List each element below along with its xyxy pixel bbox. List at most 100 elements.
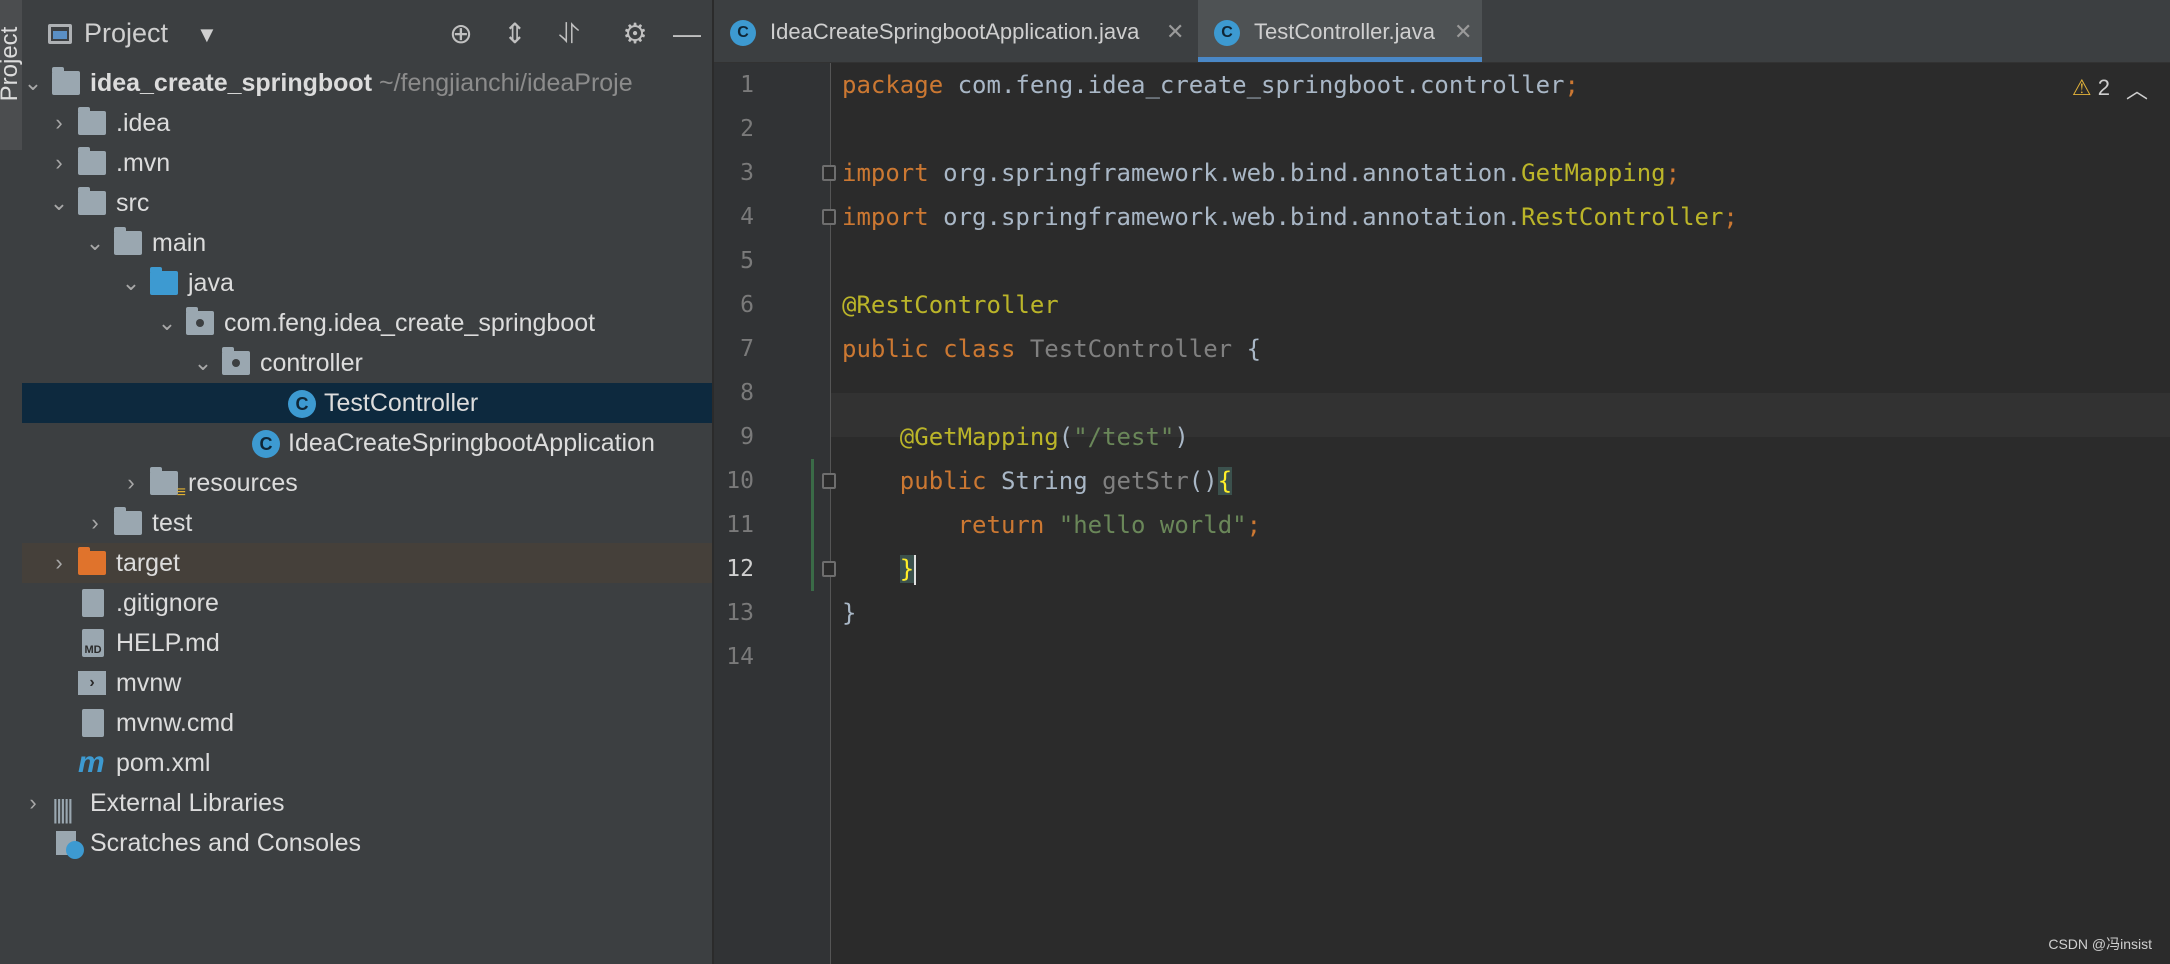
keyword: import [842, 159, 929, 187]
code-token: org.springframework.web.bind.annotation. [928, 203, 1522, 231]
close-icon[interactable]: ✕ [1166, 0, 1184, 64]
code-editor[interactable]: 1 2 3 4 5 6 7 8 9 10 11 12 13 14 package… [714, 63, 2170, 964]
tree-item-mvnw[interactable]: › mvnw [22, 663, 712, 703]
code-line-7: public class TestController { [842, 327, 1261, 371]
keyword: import [842, 203, 929, 231]
tree-item-java[interactable]: ⌄ java [22, 263, 712, 303]
expand-all-icon[interactable]: ⇕ [496, 14, 534, 54]
code-line-11: return "hello world"; [957, 511, 1262, 539]
scratches-icon [56, 831, 84, 859]
folder-icon [78, 147, 106, 175]
chevron-right-icon[interactable]: › [48, 103, 70, 143]
keyword: package [842, 71, 944, 99]
keyword: public class [842, 335, 1016, 363]
tab-label: IdeaCreateSpringbootApplication.java [770, 19, 1140, 44]
fold-marker-icon[interactable] [822, 561, 836, 577]
warnings-count: 2 [2097, 75, 2110, 100]
tree-item-src[interactable]: ⌄ src [22, 183, 712, 223]
tree-item-mvn[interactable]: › .mvn [22, 143, 712, 183]
string-literal: "/test" [1073, 423, 1175, 451]
tree-item-pom[interactable]: m pom.xml [22, 743, 712, 783]
view-selector-chevron-down-icon[interactable]: ▼ [196, 22, 218, 48]
tree-item-label: java [188, 269, 234, 297]
folder-icon [114, 507, 142, 535]
tab-test-controller-java[interactable]: C TestController.java ✕ [1198, 0, 1482, 62]
code-line-3: import org.springframework.web.bind.anno… [842, 159, 1681, 187]
chevron-right-icon[interactable]: › [22, 783, 44, 823]
fold-marker-icon[interactable] [822, 165, 836, 181]
spring-boot-class-icon: C [730, 20, 756, 46]
code-line-9: @GetMapping("/test") [899, 423, 1189, 451]
chevron-right-icon[interactable]: › [120, 463, 142, 503]
tree-item-mvnw-cmd[interactable]: mvnw.cmd [22, 703, 712, 743]
collapse-all-icon[interactable]: ⥯ [550, 14, 588, 54]
chevron-right-icon[interactable]: › [48, 143, 70, 183]
class-name: TestController [1029, 335, 1233, 363]
tree-item-root[interactable]: ⌄ idea_create_springboot ~/fengjianchi/i… [22, 63, 712, 103]
chevron-up-icon[interactable]: ︿ [2126, 73, 2148, 105]
code-line-10: public String getStr(){ [899, 467, 1233, 495]
tree-item-resources[interactable]: › resources [22, 463, 712, 503]
text-file-icon [82, 709, 104, 737]
keyword: public [899, 467, 987, 495]
resources-folder-icon [150, 467, 186, 501]
tree-item-application[interactable]: C IdeaCreateSpringbootApplication [22, 423, 712, 463]
tree-item-scratches[interactable]: Scratches and Consoles [22, 823, 712, 863]
hide-panel-icon[interactable]: — [668, 14, 706, 54]
project-panel-header: Project ▼ ⊕ ⇕ ⥯ ⚙ — [22, 0, 712, 68]
chevron-right-icon[interactable]: › [48, 543, 70, 583]
project-view-title[interactable]: Project [84, 18, 168, 49]
tree-item-test[interactable]: › test [22, 503, 712, 543]
gear-icon[interactable]: ⚙ [616, 14, 654, 54]
chevron-down-icon[interactable]: ⌄ [22, 63, 44, 103]
fold-marker-icon[interactable] [822, 473, 836, 489]
tree-item-gitignore[interactable]: .gitignore [22, 583, 712, 623]
markdown-file-icon: MD [82, 629, 104, 657]
tab-application-java[interactable]: C IdeaCreateSpringbootApplication.java ✕ [714, 0, 1194, 62]
tree-item-main[interactable]: ⌄ main [22, 223, 712, 263]
project-tool-tab[interactable]: Project [0, 0, 23, 150]
chevron-down-icon[interactable]: ⌄ [120, 263, 142, 303]
folder-icon [78, 187, 106, 215]
tree-item-label: com.feng.idea_create_springboot [224, 309, 596, 337]
tree-item-target[interactable]: › target [22, 543, 712, 583]
tree-item-label: .mvn [116, 149, 171, 177]
text-caret [914, 555, 917, 585]
line-number: 14 [726, 644, 754, 670]
tree-item-label: resources [188, 469, 298, 497]
spring-boot-class-icon: C [252, 430, 280, 458]
inspection-widget[interactable]: ⚠ 2 [2072, 75, 2110, 101]
tree-item-label: idea_create_springboot [90, 69, 373, 97]
ignore-file-icon [82, 589, 104, 617]
locate-file-icon[interactable]: ⊕ [442, 14, 480, 54]
tree-item-test-controller[interactable]: C TestController [22, 383, 712, 423]
tool-window-stripe: Project [0, 0, 23, 964]
code-line-1: package com.feng.idea_create_springboot.… [842, 71, 1579, 99]
close-icon[interactable]: ✕ [1454, 0, 1472, 64]
package-icon [186, 307, 214, 335]
tab-label: TestController.java [1254, 19, 1435, 44]
excluded-folder-icon [78, 547, 106, 575]
package-icon [222, 347, 250, 375]
keyword: return [957, 511, 1045, 539]
tree-item-external-libraries[interactable]: › ||||| External Libraries [22, 783, 712, 824]
tree-item-controller[interactable]: ⌄ controller [22, 343, 712, 383]
chevron-down-icon[interactable]: ⌄ [84, 223, 106, 263]
line-number: 1 [740, 72, 754, 98]
project-tree: ⌄ idea_create_springboot ~/fengjianchi/i… [22, 63, 712, 863]
chevron-right-icon[interactable]: › [84, 503, 106, 543]
tree-item-package[interactable]: ⌄ com.feng.idea_create_springboot [22, 303, 712, 343]
string-literal: "hello world" [1058, 511, 1247, 539]
code-line-6: @RestController [842, 283, 1059, 327]
tree-item-label: Scratches and Consoles [90, 829, 361, 857]
chevron-down-icon[interactable]: ⌄ [192, 343, 214, 383]
chevron-down-icon[interactable]: ⌄ [48, 183, 70, 223]
chevron-down-icon[interactable]: ⌄ [156, 303, 178, 343]
tree-item-idea[interactable]: › .idea [22, 103, 712, 143]
tree-item-help[interactable]: MD HELP.md [22, 623, 712, 663]
annotation: @RestController [842, 291, 1059, 319]
java-class-icon: C [1214, 20, 1240, 46]
line-number: 9 [740, 424, 754, 450]
java-class-icon: C [288, 390, 316, 418]
fold-marker-icon[interactable] [822, 209, 836, 225]
